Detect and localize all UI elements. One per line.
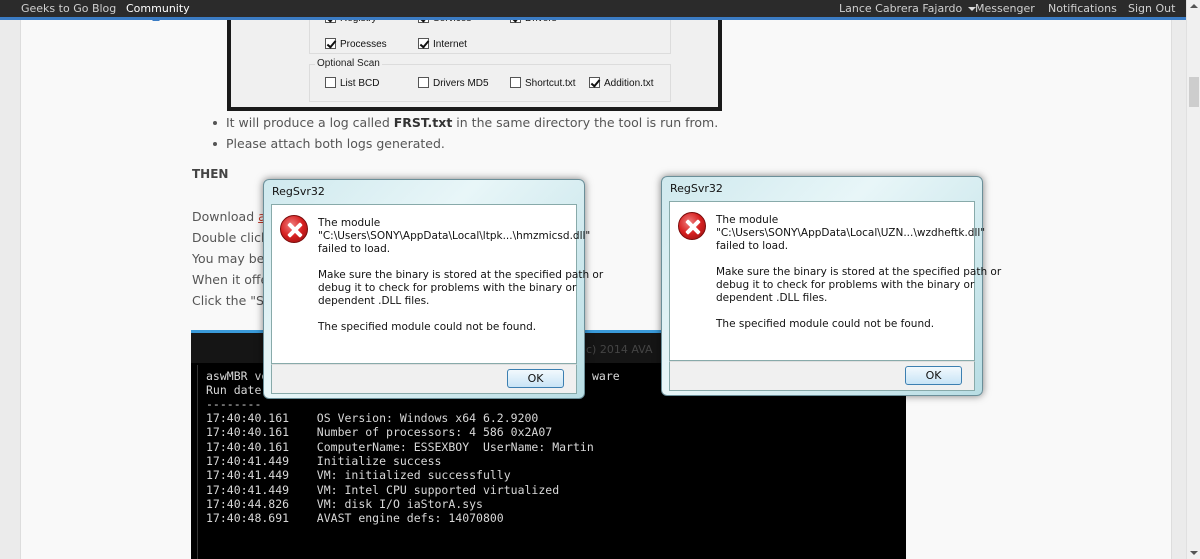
log-separator: [289, 497, 317, 511]
instruction-line: Click the "Sc: [192, 293, 271, 308]
log-separator: [289, 468, 317, 482]
console-log-line: 17:40:44.826 VM: disk I/O iaStorA.sys: [206, 497, 483, 511]
user-name: Lance Cabrera Fajardo: [839, 2, 963, 15]
log-message: OS Version: Windows x64 6.2.9200: [316, 411, 539, 425]
console-line: aswMBR ve: [206, 369, 269, 383]
log-timestamp: 17:40:44.826: [206, 496, 290, 511]
log-timestamp: 17:40:40.161: [206, 439, 290, 454]
user-menu[interactable]: Lance Cabrera Fajardo: [839, 2, 977, 15]
console-log-line: 17:40:41.449 VM: initialized successfull…: [206, 468, 511, 482]
log-timestamp: 17:40:41.449: [206, 482, 290, 497]
dialog-message: failed to load.: [716, 240, 789, 252]
log-separator: [289, 425, 317, 439]
ok-button[interactable]: OK: [507, 369, 564, 388]
dialog-message: "C:\Users\SONY\AppData\Local\ltpk...\hmz…: [318, 230, 591, 242]
nav-link-blog[interactable]: Geeks to Go Blog: [21, 2, 116, 15]
dialog-message: The module: [716, 214, 779, 226]
dialog-message: debug it to check for problems with the …: [716, 279, 975, 291]
dialog-message: debug it to check for problems with the …: [318, 282, 577, 294]
regsvr32-dialog-1: RegSvr32 The module "C:\Users\SONY\AppDa…: [263, 179, 603, 399]
log-message: Initialize success: [316, 453, 442, 468]
checkbox-internet: Internet: [418, 38, 467, 50]
log-timestamp: 17:40:41.449: [206, 468, 290, 483]
log-separator: [289, 454, 317, 468]
dialog-title: RegSvr32: [670, 182, 723, 195]
nav-link-community[interactable]: Community: [126, 2, 190, 15]
ok-button[interactable]: OK: [905, 366, 962, 385]
dialog-message: Make sure the binary is stored at the sp…: [716, 266, 1002, 278]
dialog-footer: OK: [271, 364, 577, 394]
console-log-line: 17:40:40.161 ComputerName: ESSEXBOY User…: [206, 440, 594, 454]
checkbox-shortcut: Shortcut.txt: [510, 77, 576, 89]
log-separator: [289, 483, 317, 497]
checkbox-icon: [325, 77, 336, 88]
dialog-message: Make sure the binary is stored at the sp…: [318, 269, 604, 281]
instruction-line: When it offe: [192, 272, 269, 287]
checkbox-icon: [589, 77, 600, 88]
console-log-line: 17:40:48.691 AVAST engine defs: 14070800: [206, 511, 504, 525]
dialog-footer: OK: [669, 361, 975, 391]
nav-link-messenger[interactable]: Messenger: [975, 2, 1035, 15]
dialog-body: The module "C:\Users\SONY\AppData\Local\…: [669, 201, 1001, 361]
error-icon: [678, 212, 706, 240]
dialog-body: The module "C:\Users\SONY\AppData\Local\…: [271, 204, 603, 364]
dialog-message: dependent .DLL files.: [716, 292, 828, 304]
dialog-message: The specified module could not be found.: [318, 321, 537, 333]
top-navbar: Geeks to Go Blog Community Lance Cabrera…: [0, 0, 1186, 21]
log-message: AVAST engine defs: 14070800: [316, 511, 504, 526]
log-message: VM: Intel CPU supported virtualized: [316, 482, 560, 497]
log-timestamp: 17:40:48.691: [206, 511, 290, 526]
instruction-line: Double click: [192, 230, 269, 245]
bullet-item: It will produce a log called FRST.txt in…: [210, 114, 718, 135]
checkbox-icon: [418, 77, 429, 88]
dialog-message: The module: [318, 217, 381, 229]
scroll-up-arrow-icon[interactable]: [1190, 4, 1198, 8]
instruction-bullets: It will produce a log called FRST.txt in…: [210, 114, 718, 156]
instruction-line: Download as: [192, 209, 272, 224]
log-timestamp: 17:40:40.161: [206, 425, 290, 440]
error-icon: [280, 215, 308, 243]
console-line: ware: [592, 369, 620, 383]
dialog-message: failed to load.: [318, 243, 391, 255]
log-separator: [289, 511, 317, 525]
console-line: --------: [206, 397, 262, 411]
log-separator: [289, 440, 317, 454]
log-timestamp: 17:40:41.449: [206, 453, 290, 468]
then-heading: THEN: [192, 167, 229, 181]
log-separator: [289, 411, 317, 425]
checkbox-icon: [325, 38, 336, 49]
log-message: ComputerName: ESSEXBOY UserName: Martin: [316, 439, 594, 454]
console-log-line: 17:40:40.161 Number of processors: 4 586…: [206, 425, 552, 439]
scroll-thumb[interactable]: [1189, 77, 1199, 107]
checkbox-addition: Addition.txt: [589, 77, 653, 89]
console-log-line: 17:40:40.161 OS Version: Windows x64 6.2…: [206, 411, 538, 425]
checkbox-processes: Processes: [325, 38, 387, 50]
checkbox-icon: [418, 38, 429, 49]
console-line: Run date: [206, 383, 262, 397]
bullet-item: Please attach both logs generated.: [210, 135, 718, 156]
dialog-message: dependent .DLL files.: [318, 295, 430, 307]
checkbox-icon: [510, 77, 521, 88]
nav-link-notifications[interactable]: Notifications: [1048, 2, 1117, 15]
log-message: Number of processors: 4 586 0x2A07: [316, 425, 553, 440]
page-scrollbar[interactable]: [1186, 0, 1200, 559]
log-message: VM: disk I/O iaStorA.sys: [316, 496, 483, 511]
dialog-message: "C:\Users\SONY\AppData\Local\UZN...\wzdh…: [716, 227, 986, 239]
console-log-line: 17:40:41.449 VM: Intel CPU supported vir…: [206, 483, 559, 497]
checkbox-list-bcd: List BCD: [325, 77, 379, 89]
dialog-title: RegSvr32: [272, 185, 325, 198]
checkbox-drivers-md5: Drivers MD5: [418, 77, 489, 89]
scroll-down-arrow-icon[interactable]: [1190, 551, 1198, 555]
log-message: VM: initialized successfully: [316, 468, 511, 483]
dialog-message: The specified module could not be found.: [716, 318, 935, 330]
instruction-line: You may be: [192, 251, 265, 266]
nav-link-sign-out[interactable]: Sign Out: [1128, 2, 1175, 15]
nav-active-indicator: [152, 17, 160, 21]
console-copyright: c) 2014 AVA: [586, 343, 653, 356]
optional-scan-label: Optional Scan: [315, 58, 382, 69]
log-timestamp: 17:40:40.161: [206, 411, 290, 425]
console-log-line: 17:40:41.449 Initialize success: [206, 454, 441, 468]
regsvr32-dialog-2: RegSvr32 The module "C:\Users\SONY\AppDa…: [661, 176, 1001, 396]
